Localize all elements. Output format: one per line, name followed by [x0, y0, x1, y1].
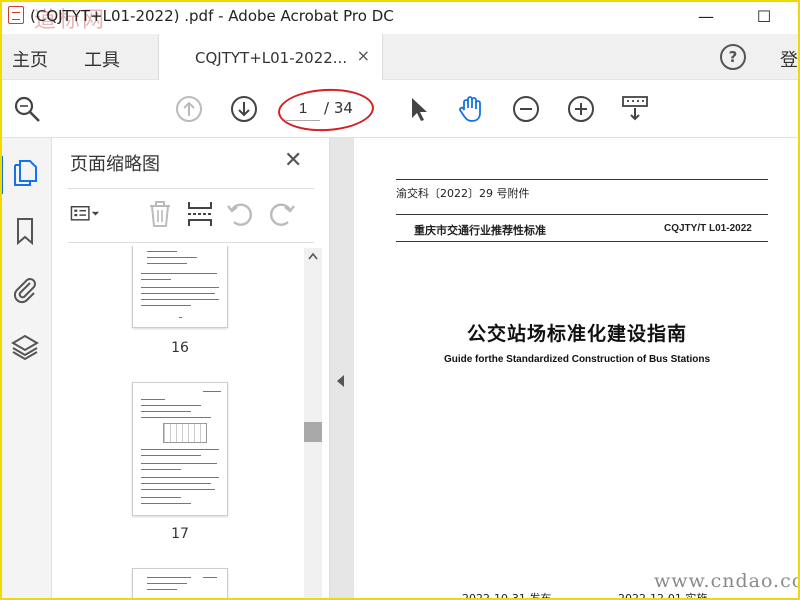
document-page: 渝交科〔2022〕29 号附件 重庆市交通行业推荐性标准 CQJTY/T L01…: [354, 138, 800, 600]
page-thumbnail-number: 16: [171, 340, 189, 356]
tab-home[interactable]: 主页: [12, 46, 48, 72]
panel-collapse-strip[interactable]: [330, 138, 354, 600]
page-total-label: / 34: [324, 99, 353, 117]
maximize-button[interactable]: ☐: [750, 5, 778, 27]
select-pointer-icon[interactable]: [403, 94, 433, 124]
keyboard-icon[interactable]: [620, 94, 650, 124]
left-navigation-rail: [0, 138, 52, 600]
panel-title: 页面缩略图: [70, 154, 160, 175]
page-thumbnail[interactable]: [132, 246, 228, 328]
divider: [68, 242, 314, 243]
page-thumbnail-number: 17: [171, 526, 189, 542]
thumbnail-scrollbar[interactable]: [304, 248, 322, 600]
next-page-icon[interactable]: [229, 94, 259, 124]
thumbnail-options-icon[interactable]: [70, 198, 102, 230]
attachments-icon[interactable]: [10, 274, 40, 304]
bookmarks-icon[interactable]: [10, 216, 40, 246]
active-indicator: [0, 156, 3, 194]
rotate-right-icon[interactable]: [266, 198, 298, 230]
thumbnail-list: 16 17: [52, 246, 330, 600]
collapse-left-icon[interactable]: [337, 375, 344, 387]
tab-tools[interactable]: 工具: [84, 46, 120, 72]
close-panel-button[interactable]: ✕: [284, 148, 302, 173]
publish-date: 2022-10-31 发布: [462, 592, 552, 600]
zoom-search-icon[interactable]: [12, 94, 42, 124]
document-subtitle: Guide forthe Standardized Construction o…: [443, 354, 711, 365]
window-title: (CQJTYT+L01-2022) .pdf - Adobe Acrobat P…: [30, 7, 394, 25]
rule: [396, 179, 768, 180]
help-button[interactable]: ?: [720, 44, 746, 70]
standard-code: CQJTY/T L01-2022: [664, 223, 752, 234]
sign-in-button[interactable]: 登: [780, 46, 798, 72]
scroll-up-icon[interactable]: [308, 252, 318, 260]
rule: [396, 214, 768, 215]
scrollbar-thumb[interactable]: [304, 422, 322, 442]
title-bar: 道标网 (CQJTYT+L01-2022) .pdf - Adobe Acrob…: [0, 0, 800, 34]
page-thumbnail[interactable]: [132, 568, 228, 600]
rotate-left-icon[interactable]: [224, 198, 256, 230]
toolbar: / 34: [0, 80, 800, 138]
divider: [68, 188, 314, 189]
zoom-in-icon[interactable]: [566, 94, 596, 124]
page-thumbnails-icon[interactable]: [10, 158, 40, 188]
layers-icon[interactable]: [10, 332, 40, 362]
document-reference: 渝交科〔2022〕29 号附件: [396, 187, 530, 200]
page-thumbnail[interactable]: [132, 382, 228, 516]
acrobat-app-icon: [8, 6, 24, 24]
page-number-input[interactable]: [286, 97, 320, 121]
delete-page-icon[interactable]: [144, 198, 176, 230]
tab-bar: 主页 工具 CQJTYT+L01-2022... × ? 登: [0, 34, 800, 80]
document-tab-label: CQJTYT+L01-2022...: [195, 49, 348, 67]
standard-category: 重庆市交通行业推荐性标准: [414, 224, 546, 237]
hand-tool-icon[interactable]: [456, 94, 486, 124]
tab-document[interactable]: CQJTYT+L01-2022... ×: [158, 34, 383, 80]
zoom-out-icon[interactable]: [511, 94, 541, 124]
page-thumbnails-panel: 页面缩略图 ✕ 16 17: [52, 138, 330, 600]
minimize-button[interactable]: —: [692, 5, 720, 27]
site-watermark: www.cndao.com: [654, 570, 800, 592]
document-title: 公交站场标准化建设指南: [466, 323, 687, 345]
previous-page-icon[interactable]: [174, 94, 204, 124]
insert-page-icon[interactable]: [184, 198, 216, 230]
close-tab-button[interactable]: ×: [357, 46, 370, 65]
rule: [396, 241, 768, 242]
